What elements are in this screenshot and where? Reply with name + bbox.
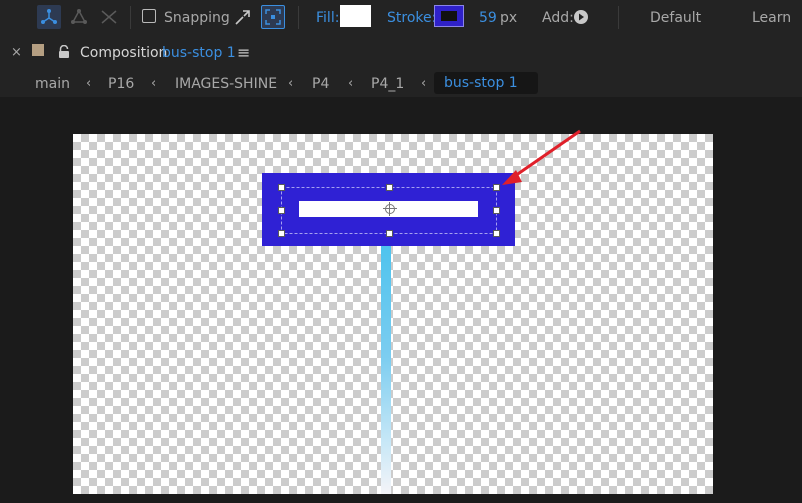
chevron-left-icon: ‹ [348,76,354,91]
breadcrumb-item[interactable]: main [35,70,70,97]
play-circle-icon [574,10,588,24]
annotation-arrow-icon [502,129,581,185]
breadcrumb-item-active[interactable]: bus-stop 1 [434,72,538,94]
stroke-label[interactable]: Stroke: [387,0,436,35]
panel-menu-icon[interactable]: ≡ [237,35,250,70]
lock-icon[interactable] [52,40,76,64]
snap-bounds-icon [265,9,281,25]
composition-viewer[interactable] [0,97,802,503]
chevron-left-icon: ‹ [288,76,294,91]
workspace-learn[interactable]: Learn [752,0,791,35]
chevron-left-icon: ‹ [421,76,427,91]
chevron-left-icon: ‹ [86,76,92,91]
snap-to-edges-button[interactable] [231,5,255,29]
workspace-default[interactable]: Default [650,0,701,35]
label-color-swatch[interactable] [32,44,44,56]
close-icon[interactable]: × [11,35,22,70]
toolbar-divider [618,6,619,29]
stroke-width-unit: px [500,9,518,26]
breadcrumb-item[interactable]: P4_1 [371,70,404,97]
panel-title-comp-name[interactable]: bus-stop 1 [162,35,236,70]
snapping-checkbox[interactable] [142,9,156,23]
puppet-advanced-pin-tool[interactable] [67,5,91,29]
puppet-pin-tool[interactable] [37,5,61,29]
breadcrumb-item[interactable]: P4 [312,70,329,97]
breadcrumb-item[interactable]: IMAGES-SHINE [175,70,277,97]
panel-title-prefix: Composition [80,44,168,61]
puppet-bend-pin-tool[interactable] [97,5,121,29]
chevron-left-icon: ‹ [151,76,157,91]
add-property-button[interactable] [569,5,593,29]
snapping-label: Snapping [164,9,230,26]
toolbar-divider [130,6,131,29]
snap-features-button[interactable] [261,5,285,29]
puppet-bend-pin-icon [101,10,117,24]
fill-label[interactable]: Fill: [316,0,339,35]
breadcrumb-item[interactable]: P16 [108,70,134,97]
stroke-color-swatch[interactable] [434,5,464,27]
toolbar: Snapping Fill: Stroke: 59 px Add: Defaul… [0,0,802,35]
composition-panel-header: × Composition bus-stop 1 ≡ [0,35,802,70]
fill-color-swatch[interactable] [340,5,371,27]
toolbar-divider [298,6,299,29]
puppet-advanced-pin-icon [71,9,87,24]
snap-arrows-icon [235,10,250,25]
breadcrumb: main ‹ P16 ‹ IMAGES-SHINE ‹ P4 ‹ P4_1 ‹ … [0,70,802,97]
stroke-width-value[interactable]: 59 [479,0,497,35]
puppet-pin-icon [41,9,57,24]
